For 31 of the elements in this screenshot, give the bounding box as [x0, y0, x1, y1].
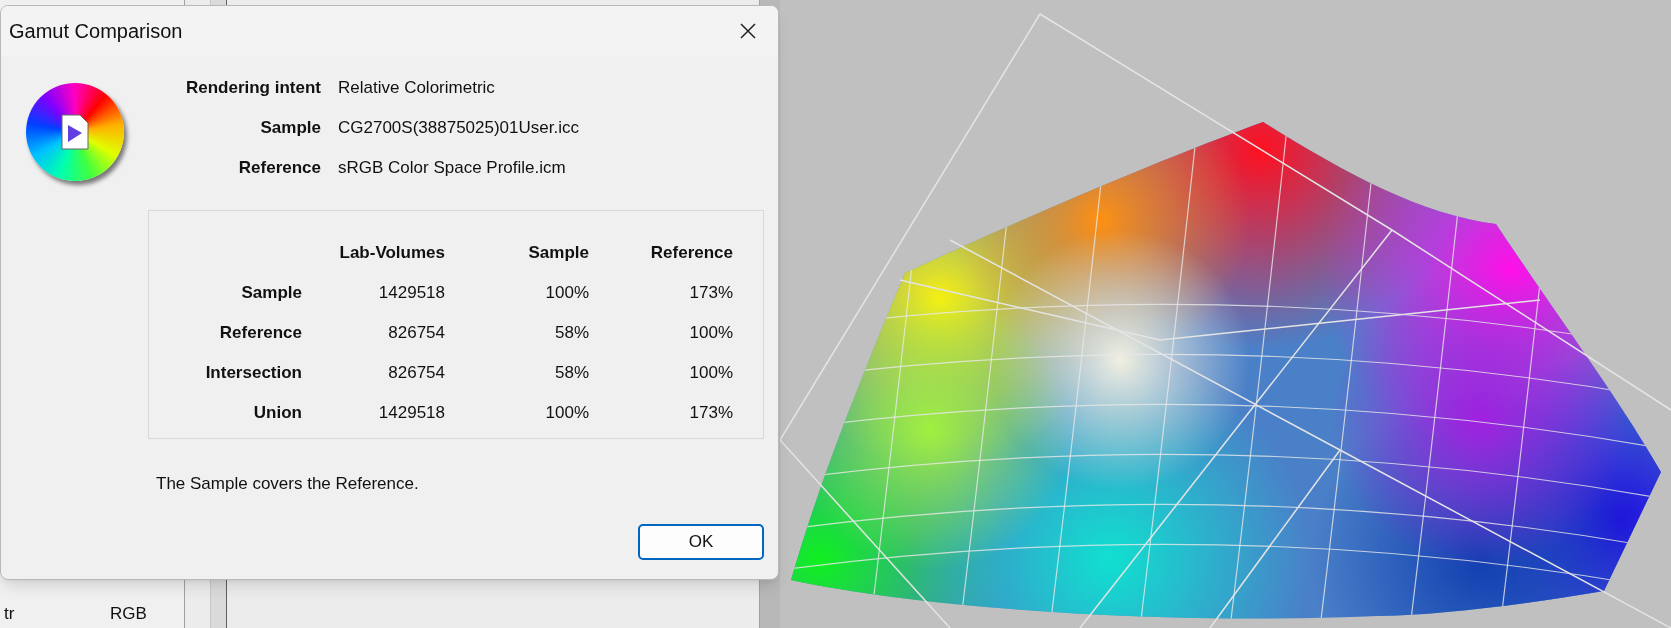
table-cell-text: 100%	[544, 402, 589, 425]
info-label: Rendering intent	[184, 77, 321, 100]
table-cell-text: 1429518	[377, 282, 445, 305]
table-cell-text: 100%	[688, 322, 733, 345]
table-cell-text: 58%	[553, 362, 589, 385]
table-cell-text: 1429518	[377, 402, 445, 425]
result-message: The Sample covers the Reference.	[156, 473, 420, 495]
close-icon	[739, 22, 757, 40]
info-value: sRGB Color Space Profile.icm	[338, 157, 566, 180]
list-cell: RGB	[110, 604, 147, 622]
row-header: Reference	[218, 322, 302, 345]
row-header: Intersection	[204, 362, 302, 385]
row-header: Sample	[240, 282, 302, 305]
table-cell-text: 100%	[544, 282, 589, 305]
info-value: Relative Colorimetric	[338, 77, 495, 100]
info-value: CG2700S(38875025)01User.icc	[338, 117, 579, 140]
column-header: Reference	[649, 242, 733, 265]
table-cell-text: 826754	[387, 362, 445, 385]
column-header: Sample	[527, 242, 589, 265]
table-cell-text: 58%	[553, 322, 589, 345]
ok-button[interactable]: OK	[638, 523, 764, 560]
column-header: Lab-Volumes	[338, 242, 445, 265]
info-label: Sample	[259, 117, 321, 140]
table-cell-text: 173%	[688, 282, 733, 305]
window-title: Gamut Comparison	[9, 19, 183, 44]
row-header: Union	[252, 402, 302, 425]
table-cell-text: 173%	[688, 402, 733, 425]
table-cell-text: 826754	[387, 322, 445, 345]
list-cell-text: tr	[3, 604, 16, 622]
table-cell-text: 100%	[688, 362, 733, 385]
info-label: Reference	[237, 157, 321, 180]
